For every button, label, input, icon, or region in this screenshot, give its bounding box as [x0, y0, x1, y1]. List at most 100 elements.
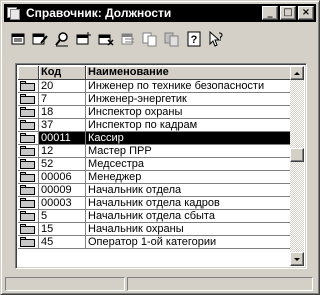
folder-icon: [20, 94, 35, 104]
row-icon-cell: [18, 106, 39, 119]
code-cell[interactable]: 12: [39, 145, 86, 158]
add-row-button[interactable]: [73, 28, 95, 50]
minimize-button[interactable]: _: [262, 6, 278, 20]
row-icon-cell: [18, 145, 39, 158]
help-button[interactable]: ?: [183, 28, 205, 50]
code-cell[interactable]: 52: [39, 158, 86, 171]
delete-row-icon: [98, 34, 114, 46]
delete-row-button[interactable]: [95, 28, 117, 50]
table-row[interactable]: 45 Оператор 1-ой категории: [18, 236, 304, 249]
table-row[interactable]: 18 Инспектор охраны: [18, 106, 304, 119]
header-name[interactable]: Наименование: [86, 66, 292, 80]
copy-button[interactable]: [139, 28, 161, 50]
name-cell[interactable]: Инженер-энергетик: [86, 93, 292, 106]
context-help-button[interactable]: [205, 28, 227, 50]
folder-icon: [20, 81, 35, 91]
move-button[interactable]: [117, 28, 139, 50]
status-pane-secondary: [127, 277, 313, 291]
name-cell[interactable]: Начальник охраны: [86, 223, 292, 236]
code-cell[interactable]: 7: [39, 93, 86, 106]
code-cell[interactable]: 00003: [39, 197, 86, 210]
arrow-down-icon: [294, 257, 300, 261]
code-cell[interactable]: 20: [39, 80, 86, 93]
name-cell[interactable]: Инспектор охраны: [86, 106, 292, 119]
code-cell[interactable]: 00011: [39, 132, 86, 145]
status-bar: [5, 277, 315, 291]
copy-icon: [142, 32, 157, 47]
table-row[interactable]: 00006 Менеджер: [18, 171, 304, 184]
name-cell[interactable]: Инспектор по кадрам: [86, 119, 292, 132]
copy-group-icon: [164, 32, 179, 47]
folder-icon: [20, 237, 35, 247]
folder-icon: [20, 224, 35, 234]
code-cell[interactable]: 37: [39, 119, 86, 132]
row-icon-cell: [18, 171, 39, 184]
catalog-icon: [6, 6, 22, 20]
close-button[interactable]: ×: [298, 6, 314, 20]
folder-icon: [20, 172, 35, 182]
row-icon-cell: [18, 197, 39, 210]
find-icon: [55, 32, 68, 47]
table-row[interactable]: 15 Начальник охраны: [18, 223, 304, 236]
toolbar: ?: [7, 27, 313, 51]
folder-icon: [20, 133, 35, 143]
edit-item-button[interactable]: [29, 28, 51, 50]
scroll-thumb[interactable]: [290, 148, 304, 162]
table-row[interactable]: 37 Инспектор по кадрам: [18, 119, 304, 132]
scroll-down-button[interactable]: [290, 252, 304, 266]
name-cell[interactable]: Инженер по технике безопасности: [86, 80, 292, 93]
folder-icon: [20, 159, 35, 169]
title-bar[interactable]: Справочник: Должности _ □ ×: [4, 4, 316, 22]
table-row[interactable]: 12 Мастер ПРР: [18, 145, 304, 158]
row-icon-cell: [18, 236, 39, 249]
folder-icon: [20, 198, 35, 208]
vertical-scrollbar[interactable]: [290, 66, 304, 266]
arrow-up-icon: [294, 71, 300, 75]
table-row[interactable]: 52 Медсестра: [18, 158, 304, 171]
header-icon-column[interactable]: [18, 66, 39, 80]
table-row[interactable]: 00003 Начальник отдела кадров: [18, 197, 304, 210]
copy-group-button[interactable]: [161, 28, 183, 50]
row-icon-cell: [18, 132, 39, 145]
reference-window: Справочник: Должности _ □ × ? Код Наимен…: [0, 0, 320, 295]
name-cell[interactable]: Кассир: [86, 132, 292, 145]
row-icon-cell: [18, 223, 39, 236]
code-cell[interactable]: 00009: [39, 184, 86, 197]
scroll-up-button[interactable]: [290, 66, 304, 80]
code-cell[interactable]: 18: [39, 106, 86, 119]
name-cell[interactable]: Мастер ПРР: [86, 145, 292, 158]
new-item-icon: [11, 33, 25, 45]
name-cell[interactable]: Оператор 1-ой категории: [86, 236, 292, 249]
minimize-icon: _: [267, 7, 273, 18]
table-row[interactable]: 20 Инженер по технике безопасности: [18, 80, 304, 93]
row-icon-cell: [18, 93, 39, 106]
new-item-button[interactable]: [7, 28, 29, 50]
row-icon-cell: [18, 158, 39, 171]
name-cell[interactable]: Медсестра: [86, 158, 292, 171]
folder-icon: [20, 107, 35, 117]
code-cell[interactable]: 15: [39, 223, 86, 236]
name-cell[interactable]: Начальник отдела сбыта: [86, 210, 292, 223]
help-glyph: ?: [191, 34, 198, 46]
table-row[interactable]: 7 Инженер-энергетик: [18, 93, 304, 106]
table-row[interactable]: 00009 Начальник отдела: [18, 184, 304, 197]
code-cell[interactable]: 5: [39, 210, 86, 223]
maximize-button[interactable]: □: [280, 6, 296, 20]
window-title: Справочник: Должности: [26, 6, 172, 20]
code-cell[interactable]: 00006: [39, 171, 86, 184]
name-cell[interactable]: Начальник отдела: [86, 184, 292, 197]
folder-icon: [20, 211, 35, 221]
table-header: Код Наименование: [18, 66, 304, 80]
code-cell[interactable]: 45: [39, 236, 86, 249]
row-icon-cell: [18, 119, 39, 132]
table-row[interactable]: 00011 Кассир: [18, 132, 304, 145]
header-code[interactable]: Код: [39, 66, 86, 80]
table-row[interactable]: 5 Начальник отдела сбыта: [18, 210, 304, 223]
table-body: 20 Инженер по технике безопасности 7 Инжене…: [18, 80, 304, 249]
name-cell[interactable]: Менеджер: [86, 171, 292, 184]
edit-item-icon: [32, 33, 48, 45]
positions-table[interactable]: Код Наименование 20 Инженер по технике бе…: [15, 63, 307, 269]
find-button[interactable]: [51, 28, 73, 50]
status-pane-main: [5, 277, 125, 291]
name-cell[interactable]: Начальник отдела кадров: [86, 197, 292, 210]
